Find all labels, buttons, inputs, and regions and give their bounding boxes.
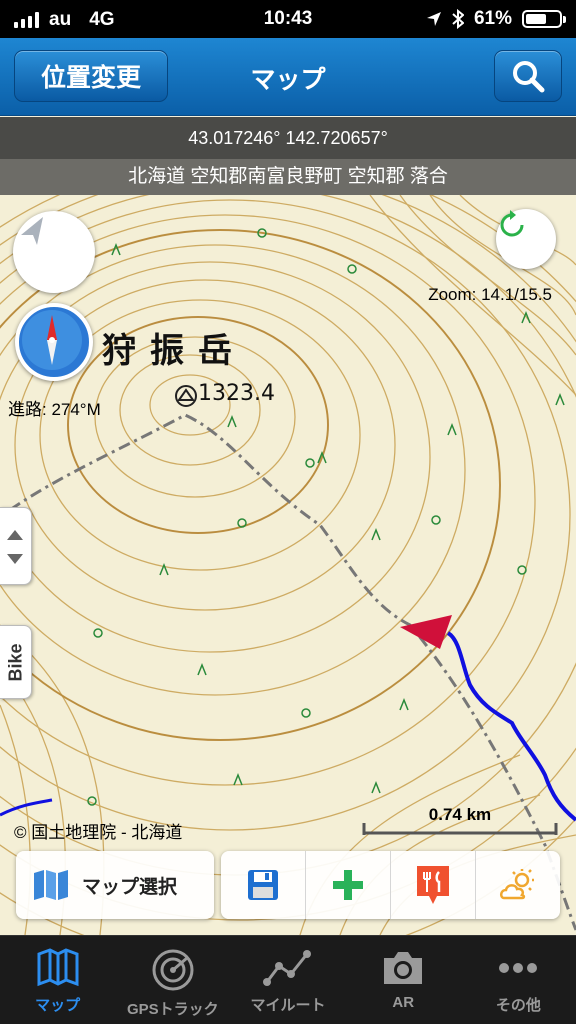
refresh-icon [500,210,524,237]
save-button[interactable] [221,851,305,919]
page-title: マップ [250,66,326,94]
tab-map[interactable]: マップ [0,936,115,1024]
tab-my-route-label: マイルート [250,997,326,1014]
elevation-label: 1323.4 [198,381,275,406]
bike-label: Bike [5,642,26,682]
peak-marker [175,385,197,407]
tab-gps-track[interactable]: GPSトラック [115,936,230,1024]
add-button[interactable] [305,851,390,919]
scale-ruler [362,823,558,835]
address-display: 北海道 空知郡南富良野町 空知郡 落合 [0,159,576,195]
tab-ar[interactable]: AR [346,936,461,1024]
tab-more[interactable]: その他 [461,936,576,1024]
map-select-button[interactable]: マップ選択 [16,851,214,919]
weather-icon [500,869,534,900]
navigation-bar: 位置変更 マップ [0,38,576,116]
map-icon [37,948,79,987]
map-tool-group [221,851,560,919]
bluetooth-icon [452,9,464,29]
camera-icon [384,952,423,984]
tab-gps-track-label: GPSトラック [126,1001,219,1018]
scale-bar: 0.74 km [362,805,558,835]
layer-toggle-tab[interactable] [0,507,32,585]
battery-percent: 61% [473,8,512,29]
save-icon [248,870,278,900]
zoom-readout: Zoom: 14.1/15.5 [428,285,552,304]
bike-mode-tab[interactable]: Bike [0,625,32,699]
weather-button[interactable] [475,851,560,919]
up-down-arrows-icon [7,530,23,564]
radar-icon [152,949,194,991]
map-select-label: マップ選択 [82,876,178,898]
coordinates-display: 43.017246° 142.720657° [0,117,576,159]
battery-icon [522,10,566,28]
tab-map-label: マップ [35,997,81,1014]
status-right: 61% [426,8,566,30]
heading-readout: 進路: 274°M [8,400,101,419]
search-button[interactable] [494,50,562,102]
gps-track-line [446,631,576,822]
compass-icon [22,310,82,370]
search-icon [513,61,545,93]
map-copyright: © 国土地理院 - 北海道 [14,823,183,842]
route-icon [263,950,311,986]
tab-more-label: その他 [495,997,541,1014]
refresh-button[interactable] [496,209,556,269]
restaurant-icon [417,866,449,904]
more-icon [499,963,538,973]
peak-name-label: 狩振岳 [102,331,246,371]
compass-button[interactable] [15,303,93,381]
locate-me-button[interactable] [13,211,95,293]
location-arrow-icon [426,12,441,26]
app-screen: au 4G 10:43 61% 位置変更 マップ 43.017246° 142.… [0,0,576,1024]
map-icon [34,870,68,900]
navigation-arrow-icon [21,217,43,245]
map-view[interactable]: 狩振岳 1323.4 進路: 274°M Zoom: 14.1/15.5 Bik… [0,195,576,935]
status-bar: au 4G 10:43 61% [0,0,576,38]
tab-ar-label: AR [392,994,415,1011]
add-icon [333,870,363,900]
tab-my-route[interactable]: マイルート [230,936,345,1024]
restaurant-button[interactable] [390,851,475,919]
tab-bar: マップ GPSトラック マイルート AR その他 [0,935,576,1024]
